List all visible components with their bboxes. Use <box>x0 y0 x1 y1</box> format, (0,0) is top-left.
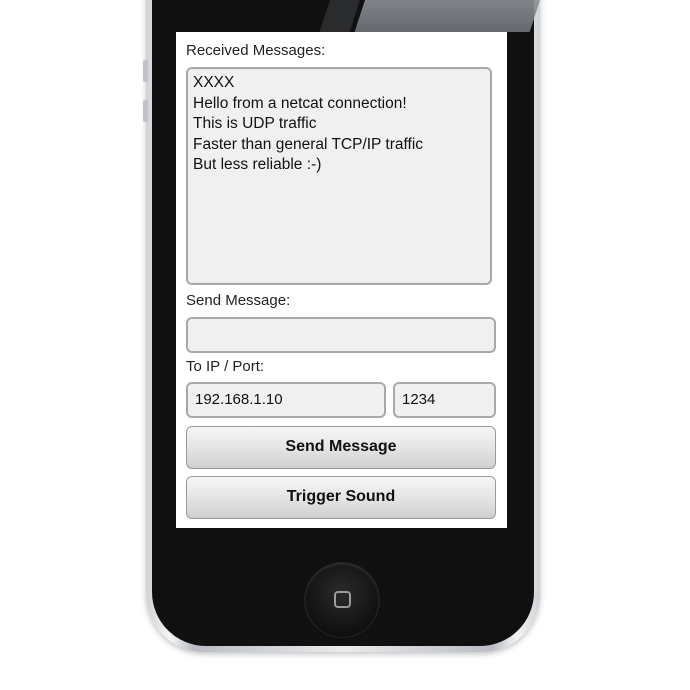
message-line: Faster than general TCP/IP traffic <box>193 135 424 153</box>
volume-button <box>143 60 148 82</box>
received-messages-label: Received Messages: <box>186 42 326 59</box>
home-square-icon <box>334 591 351 608</box>
stage: Received Messages: XXXX Hello from a net… <box>0 0 690 690</box>
message-line: XXXX <box>193 74 235 91</box>
volume-button <box>143 100 148 122</box>
to-ip-port-label: To IP / Port: <box>186 358 265 375</box>
app-screen: Received Messages: XXXX Hello from a net… <box>176 32 507 528</box>
message-line: Hello from a netcat connection! <box>193 94 407 112</box>
ip-address-input[interactable]: 192.168.1.10 <box>186 382 386 418</box>
home-button-icon[interactable] <box>305 563 379 637</box>
port-input[interactable]: 1234 <box>393 382 496 418</box>
glass-reflection <box>354 0 540 32</box>
message-line: This is UDP traffic <box>193 115 317 132</box>
send-message-button[interactable]: Send Message <box>186 426 496 469</box>
send-message-label: Send Message: <box>186 292 291 309</box>
received-messages-textarea[interactable]: XXXX Hello from a netcat connection! Thi… <box>186 67 492 285</box>
message-line: But less reliable :-) <box>193 156 322 173</box>
trigger-sound-button[interactable]: Trigger Sound <box>186 476 496 519</box>
send-message-input[interactable] <box>186 317 496 353</box>
